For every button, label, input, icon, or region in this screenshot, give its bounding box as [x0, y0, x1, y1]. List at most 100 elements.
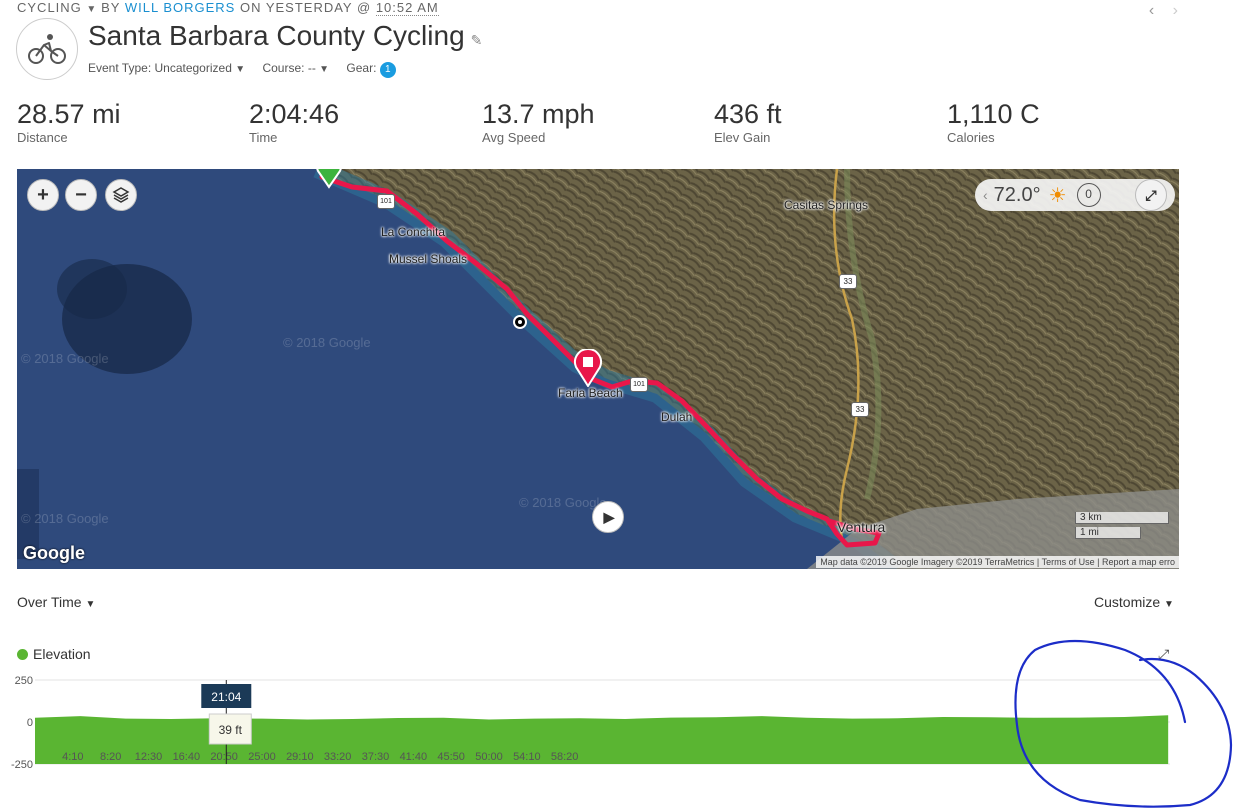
activity-time: 10:52 AM — [375, 0, 439, 16]
stat-time: 2:04:46 Time — [249, 98, 339, 145]
event-type-dropdown[interactable]: Event Type: Uncategorized ▼ — [88, 61, 245, 75]
stat-value: 2:04:46 — [249, 99, 340, 129]
start-marker-icon — [316, 169, 342, 189]
y-tick-label: -250 — [11, 759, 33, 771]
map-watermark: © 2018 Google — [21, 351, 109, 366]
title-row: Santa Barbara County Cycling ✎ — [88, 20, 482, 52]
scale-mi: 1 mi — [1075, 527, 1141, 539]
stat-label: Calories — [947, 130, 995, 145]
elevation-area — [35, 715, 1169, 764]
gear-count-badge: 1 — [379, 62, 396, 78]
caret-down-icon: ▼ — [85, 599, 96, 610]
place-label-la-conchita: La Conchita — [381, 225, 446, 239]
highway-shield-33: 33 — [839, 274, 857, 289]
over-time-dropdown[interactable]: Over Time ▼ — [17, 594, 95, 610]
activity-type-label[interactable]: CYCLING — [17, 0, 82, 15]
author-link[interactable]: WILL BORGERS — [125, 0, 235, 15]
map-attribution: Map data ©2019 Google Imagery ©2019 Terr… — [816, 556, 1179, 568]
x-tick-label: 54:10 — [513, 751, 541, 763]
y-tick-label: 0 — [27, 717, 33, 729]
map-scale: 3 km 1 mi — [1075, 512, 1169, 539]
hover-time-label: 21:04 — [211, 690, 241, 704]
customize-dropdown[interactable]: Customize ▼ — [1094, 594, 1174, 610]
end-marker[interactable] — [573, 348, 603, 392]
by-text: BY — [101, 0, 121, 15]
place-label-casitas-springs: Casitas Springs — [784, 198, 869, 212]
play-icon: ▶ — [603, 508, 615, 525]
chevron-left-icon[interactable]: ‹ — [983, 187, 988, 203]
x-tick-label: 20:50 — [210, 751, 238, 763]
place-label-dulah: Dulah — [661, 410, 693, 424]
zoom-in-button[interactable]: + — [27, 179, 59, 211]
hover-value-label: 39 ft — [219, 723, 243, 737]
caret-down-icon: ▼ — [235, 64, 246, 75]
activity-type-avatar — [16, 18, 78, 80]
start-marker[interactable] — [314, 169, 344, 194]
x-tick-label: 8:20 — [100, 751, 121, 763]
scale-km: 3 km — [1075, 512, 1169, 524]
fullscreen-button[interactable]: ⤢ — [1135, 179, 1167, 211]
report-map-error-link[interactable]: Report a map erro — [1102, 557, 1175, 567]
activity-nav: ‹ › — [1135, 2, 1178, 20]
gear-label: Gear: — [346, 61, 377, 75]
route-map[interactable]: © 2018 Google © 2018 Google © 2018 Googl… — [17, 169, 1179, 569]
stat-label: Distance — [17, 130, 68, 145]
breadcrumb: CYCLING ▼ BY WILL BORGERS ON YESTERDAY @… — [17, 0, 439, 16]
stop-marker-icon — [574, 348, 602, 388]
attribution-text: Map data ©2019 Google Imagery ©2019 Terr… — [820, 557, 1035, 567]
caret-down-icon: ▼ — [319, 64, 330, 75]
terms-of-use-link[interactable]: Terms of Use — [1042, 557, 1095, 567]
highway-shield-101: 101 — [630, 377, 648, 392]
x-tick-label: 4:10 — [62, 751, 83, 763]
map-watermark: © 2018 Google — [21, 511, 109, 526]
sun-icon: ☀ — [1048, 184, 1067, 207]
stat-value: 28.57 mi — [17, 99, 121, 129]
x-tick-label: 33:20 — [324, 751, 352, 763]
expand-icon: ⤢ — [1145, 186, 1157, 203]
bicycle-icon — [28, 34, 66, 64]
plus-icon: + — [37, 183, 49, 206]
stat-elev-gain: 436 ft Elev Gain — [714, 98, 782, 145]
x-tick-label: 41:40 — [400, 751, 428, 763]
place-label-mussel-shoals: Mussel Shoals — [389, 252, 468, 266]
x-tick-label: 12:30 — [135, 751, 163, 763]
x-tick-label: 45:50 — [437, 751, 465, 763]
place-label-ventura: Ventura — [837, 519, 886, 535]
stat-calories: 1,110 C Calories — [947, 98, 1040, 145]
chevron-down-icon[interactable]: ▼ — [86, 4, 101, 15]
map-watermark: © 2018 Google — [283, 335, 371, 350]
google-logo: Google — [23, 543, 85, 563]
highway-shield-101: 101 — [377, 194, 395, 209]
customize-label: Customize — [1094, 594, 1161, 610]
legend-swatch — [17, 648, 28, 660]
edit-pencil-icon[interactable]: ✎ — [471, 32, 483, 48]
hand-drawn-circle-annotation — [1014, 639, 1233, 808]
activity-meta: Event Type: Uncategorized ▼ Course: -- ▼… — [88, 61, 410, 78]
on-text: ON YESTERDAY @ — [239, 0, 372, 15]
x-tick-label: 25:00 — [248, 751, 276, 763]
zoom-out-button[interactable]: − — [65, 179, 97, 211]
chart-legend[interactable]: Elevation — [17, 646, 91, 662]
stat-value: 13.7 mph — [482, 99, 595, 129]
legend-label: Elevation — [33, 646, 91, 662]
current-position-marker — [513, 315, 527, 329]
minus-icon: − — [75, 183, 87, 206]
gear-link[interactable]: Gear: 1 — [346, 61, 396, 78]
x-tick-label: 37:30 — [362, 751, 390, 763]
next-activity-icon[interactable]: › — [1173, 2, 1178, 19]
stat-label: Avg Speed — [482, 130, 546, 145]
stat-distance: 28.57 mi Distance — [17, 98, 121, 145]
x-tick-label: 29:10 — [286, 751, 314, 763]
wind-indicator: 0 — [1076, 183, 1101, 207]
stat-avg-speed: 13.7 mph Avg Speed — [482, 98, 595, 145]
layers-icon — [112, 187, 130, 203]
course-dropdown[interactable]: Course: -- ▼ — [262, 61, 329, 75]
play-route-button[interactable]: ▶ — [592, 501, 624, 533]
over-time-label: Over Time — [17, 594, 82, 610]
x-tick-label: 16:40 — [173, 751, 201, 763]
highway-shield-33: 33 — [851, 402, 869, 417]
stat-value: 1,110 C — [947, 99, 1040, 129]
previous-activity-icon[interactable]: ‹ — [1149, 2, 1154, 19]
map-layers-button[interactable] — [105, 179, 137, 211]
page-title: Santa Barbara County Cycling — [88, 20, 465, 51]
